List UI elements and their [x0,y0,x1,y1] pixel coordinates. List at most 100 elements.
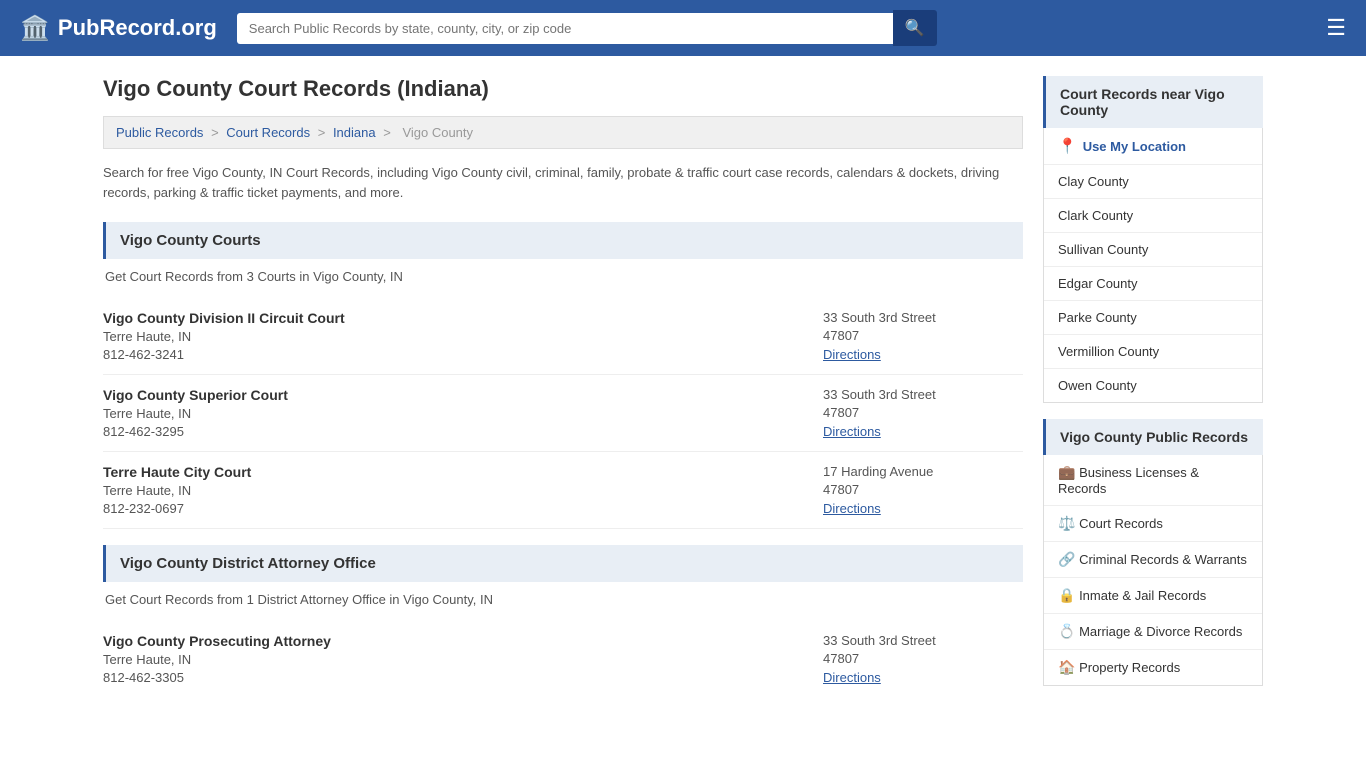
property-icon: 🏠 [1058,659,1075,675]
attorney-1-address: 33 South 3rd Street [823,633,1023,648]
court-2-name: Vigo County Superior Court [103,387,823,403]
sidebar-item-marriage-records[interactable]: 💍 Marriage & Divorce Records [1044,614,1262,650]
sidebar-item-property-records[interactable]: 🏠 Property Records [1044,650,1262,685]
court-entry-1: Vigo County Division II Circuit Court Te… [103,298,1023,375]
court-2-phone: 812-462-3295 [103,424,823,439]
court-entry-1-right: 33 South 3rd Street 47807 Directions [823,310,1023,362]
court-3-name: Terre Haute City Court [103,464,823,480]
sidebar-item-edgar-county[interactable]: Edgar County [1044,267,1262,301]
breadcrumb-sep3: > [383,125,394,140]
breadcrumb: Public Records > Court Records > Indiana… [103,116,1023,149]
search-area: 🔍 [237,10,937,46]
owen-county-link[interactable]: Owen County [1058,378,1137,393]
site-header: 🏛️ PubRecord.org 🔍 ☰ [0,0,1366,56]
attorney-entry-1-left: Vigo County Prosecuting Attorney Terre H… [103,633,823,685]
marriage-records-link[interactable]: Marriage & Divorce Records [1079,624,1242,639]
attorney-entry-1-right: 33 South 3rd Street 47807 Directions [823,633,1023,685]
court-3-directions[interactable]: Directions [823,501,881,516]
breadcrumb-indiana[interactable]: Indiana [333,125,376,140]
business-licenses-link[interactable]: Business Licenses & Records [1058,465,1199,496]
court-entry-2: Vigo County Superior Court Terre Haute, … [103,375,1023,452]
criminal-records-link[interactable]: Criminal Records & Warrants [1079,552,1247,567]
court-3-city: Terre Haute, IN [103,483,823,498]
sidebar-item-business-licenses[interactable]: 💼 Business Licenses & Records [1044,455,1262,506]
court-1-phone: 812-462-3241 [103,347,823,362]
nearby-counties-list: 📍 Use My Location Clay County Clark Coun… [1043,128,1263,403]
location-icon: 📍 [1058,137,1077,155]
attorney-section-header: Vigo County District Attorney Office [103,545,1023,582]
breadcrumb-vigo-county: Vigo County [402,125,473,140]
attorney-1-zip: 47807 [823,651,1023,666]
search-button[interactable]: 🔍 [893,10,937,46]
attorney-1-phone: 812-462-3305 [103,670,823,685]
court-icon: ⚖️ [1058,515,1075,531]
courts-section-header: Vigo County Courts [103,222,1023,259]
court-3-address: 17 Harding Avenue [823,464,1023,479]
sidebar-item-clay-county[interactable]: Clay County [1044,165,1262,199]
logo-icon: 🏛️ [20,14,50,43]
court-3-zip: 47807 [823,482,1023,497]
public-records-header: Vigo County Public Records [1043,419,1263,455]
nearby-header: Court Records near Vigo County [1043,76,1263,128]
sidebar-item-inmate-records[interactable]: 🔒 Inmate & Jail Records [1044,578,1262,614]
edgar-county-link[interactable]: Edgar County [1058,276,1138,291]
sidebar-item-criminal-records[interactable]: 🔗 Criminal Records & Warrants [1044,542,1262,578]
court-2-zip: 47807 [823,405,1023,420]
court-1-city: Terre Haute, IN [103,329,823,344]
clay-county-link[interactable]: Clay County [1058,174,1129,189]
court-entry-2-right: 33 South 3rd Street 47807 Directions [823,387,1023,439]
page-title: Vigo County Court Records (Indiana) [103,76,1023,102]
search-input[interactable] [237,13,893,44]
business-icon: 💼 [1058,464,1075,480]
courts-section-desc: Get Court Records from 3 Courts in Vigo … [103,269,1023,284]
sidebar-item-clark-county[interactable]: Clark County [1044,199,1262,233]
court-3-phone: 812-232-0697 [103,501,823,516]
attorney-1-directions[interactable]: Directions [823,670,881,685]
sidebar: Court Records near Vigo County 📍 Use My … [1043,76,1263,702]
court-entry-1-left: Vigo County Division II Circuit Court Te… [103,310,823,362]
court-2-city: Terre Haute, IN [103,406,823,421]
breadcrumb-public-records[interactable]: Public Records [116,125,203,140]
court-1-directions[interactable]: Directions [823,347,881,362]
menu-button[interactable]: ☰ [1326,15,1346,41]
sullivan-county-link[interactable]: Sullivan County [1058,242,1148,257]
attorney-1-name: Vigo County Prosecuting Attorney [103,633,823,649]
court-entry-3-right: 17 Harding Avenue 47807 Directions [823,464,1023,516]
court-entry-3: Terre Haute City Court Terre Haute, IN 8… [103,452,1023,529]
vermillion-county-link[interactable]: Vermillion County [1058,344,1159,359]
content-area: Vigo County Court Records (Indiana) Publ… [103,76,1023,702]
court-1-address: 33 South 3rd Street [823,310,1023,325]
court-1-name: Vigo County Division II Circuit Court [103,310,823,326]
attorney-section-desc: Get Court Records from 1 District Attorn… [103,592,1023,607]
attorney-1-city: Terre Haute, IN [103,652,823,667]
parke-county-link[interactable]: Parke County [1058,310,1137,325]
criminal-icon: 🔗 [1058,551,1075,567]
logo[interactable]: 🏛️ PubRecord.org [20,14,217,43]
court-entry-2-left: Vigo County Superior Court Terre Haute, … [103,387,823,439]
sidebar-item-vermillion-county[interactable]: Vermillion County [1044,335,1262,369]
sidebar-item-parke-county[interactable]: Parke County [1044,301,1262,335]
inmate-records-link[interactable]: Inmate & Jail Records [1079,588,1206,603]
public-records-list: 💼 Business Licenses & Records ⚖️ Court R… [1043,455,1263,686]
court-2-address: 33 South 3rd Street [823,387,1023,402]
clark-county-link[interactable]: Clark County [1058,208,1133,223]
court-2-directions[interactable]: Directions [823,424,881,439]
court-entry-3-left: Terre Haute City Court Terre Haute, IN 8… [103,464,823,516]
inmate-icon: 🔒 [1058,587,1075,603]
marriage-icon: 💍 [1058,623,1075,639]
sidebar-item-sullivan-county[interactable]: Sullivan County [1044,233,1262,267]
sidebar-item-court-records[interactable]: ⚖️ Court Records [1044,506,1262,542]
breadcrumb-sep1: > [211,125,222,140]
main-container: Vigo County Court Records (Indiana) Publ… [83,56,1283,722]
property-records-link[interactable]: Property Records [1079,660,1180,675]
page-description: Search for free Vigo County, IN Court Re… [103,163,1023,202]
breadcrumb-court-records[interactable]: Court Records [226,125,310,140]
logo-text: PubRecord.org [58,15,217,41]
attorney-entry-1: Vigo County Prosecuting Attorney Terre H… [103,621,1023,697]
use-location-label: Use My Location [1083,139,1186,154]
sidebar-item-owen-county[interactable]: Owen County [1044,369,1262,402]
breadcrumb-sep2: > [318,125,329,140]
use-location-item[interactable]: 📍 Use My Location [1044,128,1262,165]
court-records-link[interactable]: Court Records [1079,516,1163,531]
court-1-zip: 47807 [823,328,1023,343]
